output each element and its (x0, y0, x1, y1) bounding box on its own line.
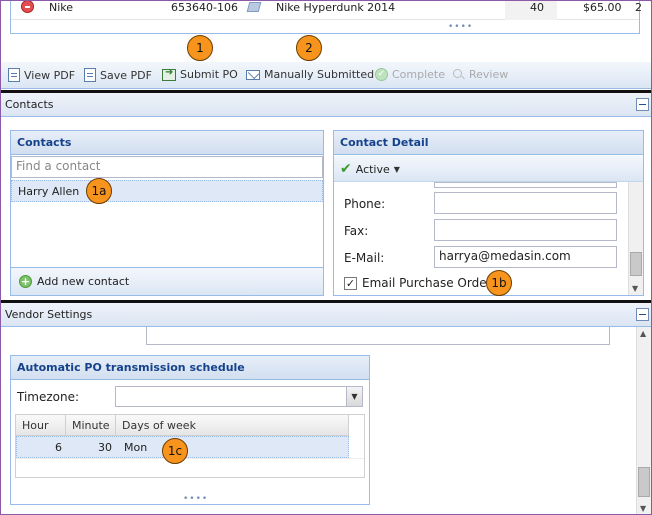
check-circle-icon: ✓ (375, 68, 388, 81)
contacts-list-panel: Contacts Find a contact Harry Allen + Ad… (10, 130, 324, 296)
review-button[interactable]: Review (453, 68, 508, 81)
brand-cell: Nike (49, 1, 74, 14)
contact-name: Harry Allen (18, 185, 80, 198)
email-po-label: Email Purchase Orders (362, 276, 498, 290)
phone-label: Phone: (344, 197, 386, 211)
resize-grip-icon[interactable]: •••• (183, 494, 208, 504)
manually-submitted-button[interactable]: Manually Submitted (246, 68, 374, 81)
field-above-cutoff[interactable] (434, 182, 617, 188)
collapse-icon[interactable] (636, 98, 649, 111)
checkmark-icon: ✔ (340, 161, 352, 177)
callout-1a: 1a (86, 178, 112, 204)
chevron-down-icon: ▼ (393, 164, 400, 174)
fax-label: Fax: (344, 224, 369, 238)
status-dropdown[interactable]: ✔ Active ▼ (340, 161, 400, 177)
add-contact-label: Add new contact (37, 275, 130, 288)
section-title: Contacts (5, 98, 54, 111)
magnifier-icon (453, 68, 465, 81)
minute-cell: 30 (98, 441, 112, 454)
column-header-minute[interactable]: Minute (66, 415, 116, 436)
panel-title: Automatic PO transmission schedule (17, 361, 245, 374)
timezone-label: Timezone: (17, 390, 80, 404)
po-toolbar: View PDF Save PDF Submit PO Manually Sub… (0, 62, 652, 89)
days-cell: Mon (124, 441, 148, 454)
resize-grip-icon[interactable]: •••• (448, 22, 473, 32)
complete-button[interactable]: ✓ Complete (375, 68, 445, 81)
price-cell: $65.00 (583, 1, 622, 14)
vendor-section-header[interactable]: Vendor Settings (0, 303, 652, 327)
contact-detail-panel: Contact Detail ✔ Active ▼ Phone: Fax: E-… (333, 130, 644, 296)
scroll-up-icon[interactable]: ▲ (640, 329, 646, 338)
callout-1: 1 (187, 35, 213, 61)
panel-header: Automatic PO transmission schedule (11, 356, 369, 380)
fax-field[interactable] (434, 219, 617, 241)
table-row[interactable]: Nike 653640-106 Nike Hyperdunk 2014 40 $… (11, 0, 642, 20)
submit-po-label: Submit PO (180, 68, 238, 81)
collapse-icon[interactable] (636, 308, 649, 321)
view-pdf-button[interactable]: View PDF (8, 68, 75, 82)
pdf-document-icon (8, 68, 20, 82)
scrollbar-thumb[interactable] (630, 252, 642, 276)
callout-1c: 1c (162, 438, 188, 464)
review-label: Review (469, 68, 509, 81)
panel-title: Contact Detail (340, 136, 429, 149)
panel-header: Contact Detail (334, 131, 643, 155)
email-field[interactable]: harrya@medasin.com (434, 246, 617, 268)
email-label: E-Mail: (344, 251, 385, 265)
sku-cell: 653640-106 (171, 1, 238, 14)
schedule-grid: Hour Minute Days of week 6 30 Mon (15, 414, 365, 478)
product-cell: Nike Hyperdunk 2014 (276, 1, 396, 14)
submit-icon (162, 67, 176, 81)
contacts-footer: + Add new contact (11, 267, 323, 295)
row-divider (16, 458, 364, 459)
mail-icon (246, 69, 260, 80)
panel-title: Contacts (17, 136, 72, 149)
scroll-down-icon[interactable]: ▼ (632, 284, 638, 293)
add-contact-button[interactable]: + Add new contact (19, 275, 129, 288)
vendor-field-partial[interactable] (146, 327, 610, 345)
detail-scrollbar[interactable]: ▼ (628, 182, 643, 295)
callout-1b: 1b (486, 270, 512, 296)
remove-line-icon[interactable] (21, 0, 34, 13)
column-header-days[interactable]: Days of week (116, 415, 349, 436)
email-po-checkbox-row[interactable]: ✓ Email Purchase Orders (344, 276, 498, 290)
callout-2: 2 (296, 35, 322, 61)
add-icon: + (19, 275, 32, 288)
vendor-scrollbar[interactable]: ▲ ▼ (636, 327, 651, 515)
column-header-hour[interactable]: Hour (16, 415, 66, 436)
status-bar: ✔ Active ▼ (334, 156, 643, 182)
section-title: Vendor Settings (5, 308, 93, 321)
timezone-select[interactable] (115, 386, 363, 407)
manually-submitted-label: Manually Submitted (264, 68, 375, 81)
extra-cell: 2 (635, 1, 642, 14)
panel-header: Contacts (11, 131, 323, 155)
status-label: Active (355, 162, 390, 176)
order-lines-grid: Nike 653640-106 Nike Hyperdunk 2014 40 $… (10, 0, 642, 34)
view-pdf-label: View PDF (24, 68, 76, 82)
save-pdf-label: Save PDF (100, 68, 152, 82)
qty-cell: 40 (530, 1, 544, 14)
save-pdf-button[interactable]: Save PDF (84, 68, 152, 82)
chevron-down-icon[interactable]: ▼ (346, 387, 362, 406)
complete-label: Complete (392, 68, 446, 81)
submit-po-button[interactable]: Submit PO (162, 67, 238, 81)
phone-field[interactable] (434, 192, 617, 214)
contacts-section-header[interactable]: Contacts (0, 93, 652, 117)
tag-icon (246, 2, 262, 12)
hour-cell: 6 (55, 441, 62, 454)
email-po-checkbox[interactable]: ✓ (344, 276, 357, 290)
list-item[interactable]: Harry Allen (11, 180, 323, 202)
scroll-down-icon[interactable]: ▼ (640, 504, 646, 513)
po-schedule-panel: Automatic PO transmission schedule Timez… (10, 355, 370, 505)
find-contact-input[interactable]: Find a contact (11, 156, 323, 178)
save-pdf-icon (84, 68, 96, 82)
scrollbar-thumb[interactable] (638, 467, 650, 497)
